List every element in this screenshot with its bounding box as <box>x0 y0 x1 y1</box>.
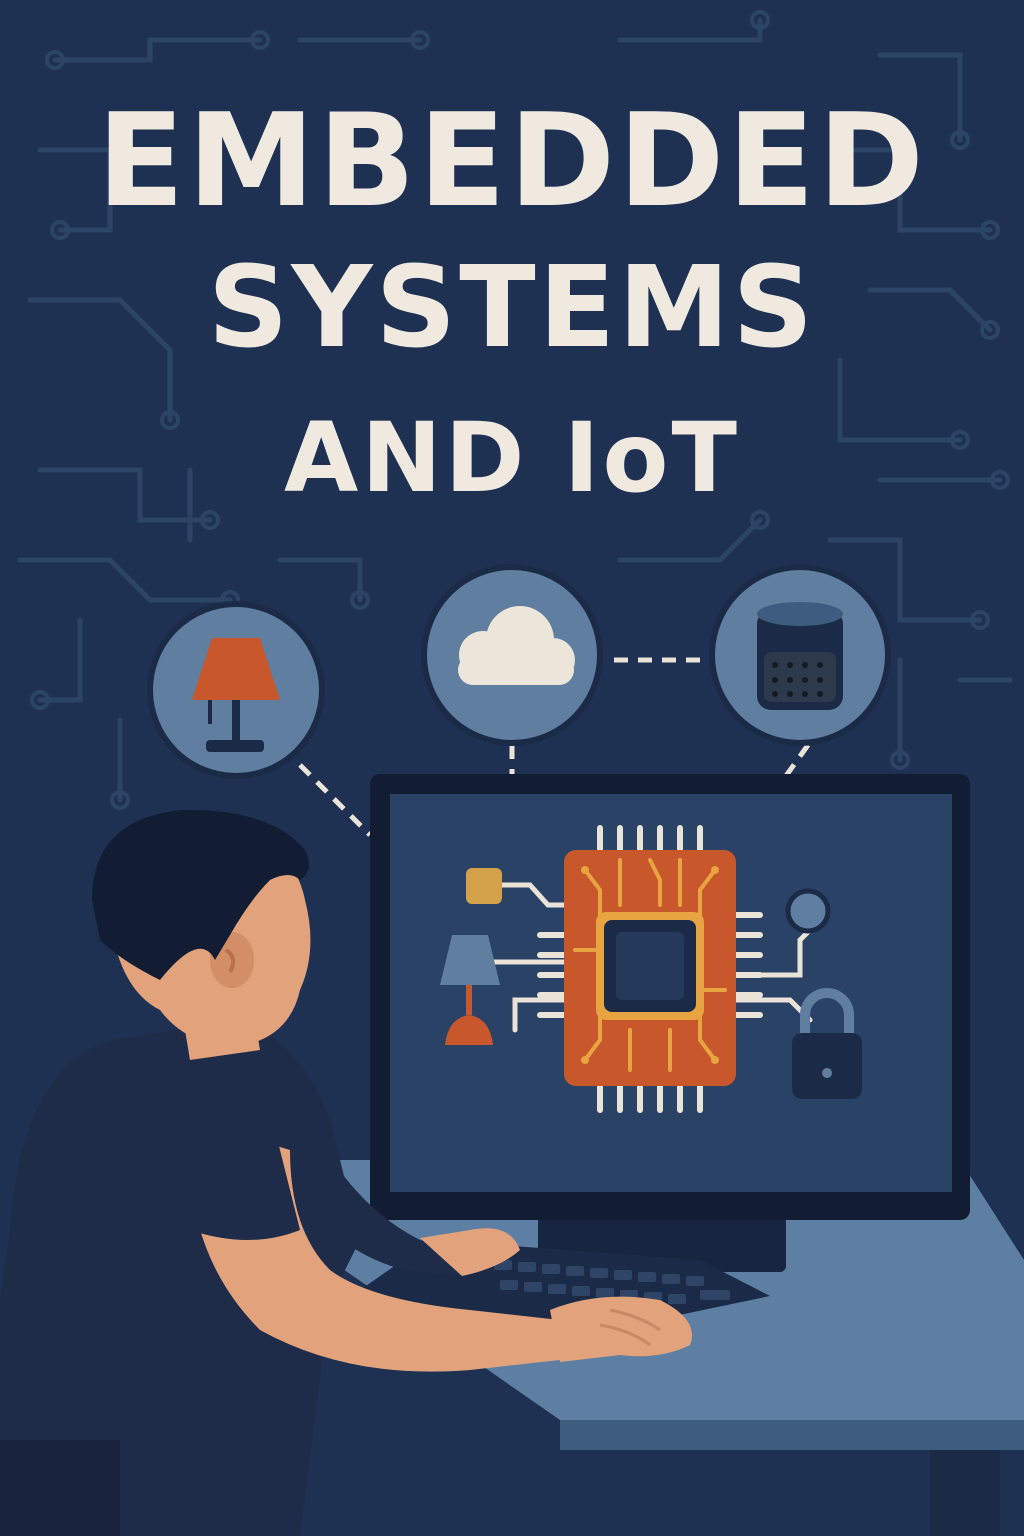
smart-speaker-icon <box>757 602 843 710</box>
microchip-icon <box>564 850 736 1086</box>
title-line-2: SYSTEMS <box>207 243 817 373</box>
sensor-icon <box>466 868 502 904</box>
cloud-circle <box>421 564 603 746</box>
sensor-icon <box>785 888 831 934</box>
lamp-device-circle <box>147 601 325 779</box>
smart-speaker-circle <box>709 564 891 746</box>
title-line-1: EMBEDDED <box>97 87 927 236</box>
title-line-3: AND IoT <box>284 402 740 514</box>
poster: EMBEDDED SYSTEMS AND IoT <box>0 0 1024 1536</box>
